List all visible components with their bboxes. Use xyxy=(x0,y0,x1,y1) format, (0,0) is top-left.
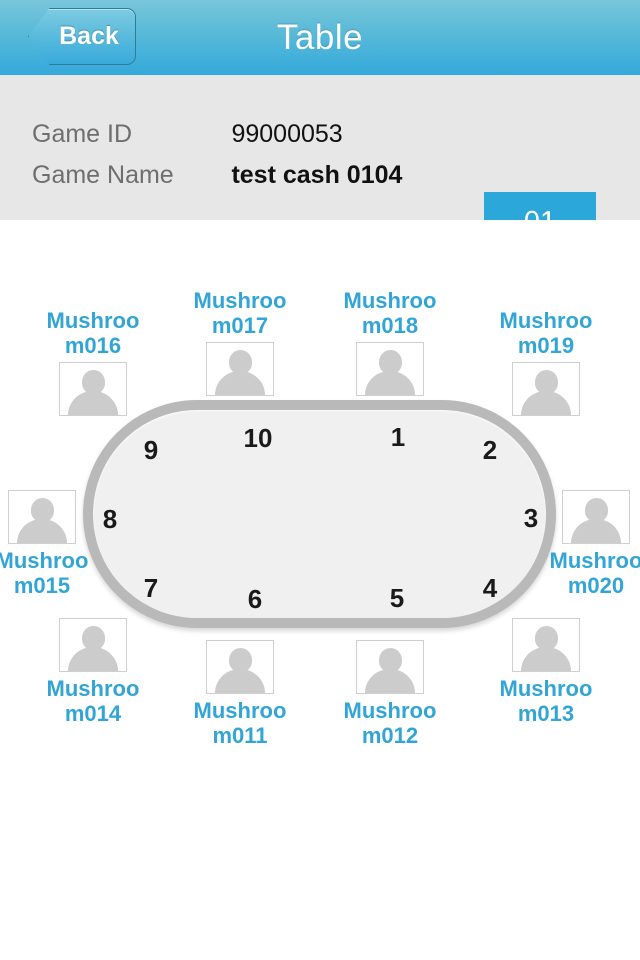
avatar-placeholder-icon xyxy=(206,640,274,694)
avatar-placeholder-icon xyxy=(59,362,127,416)
table-stage: 1 2 3 4 5 6 7 8 9 10 Mushroom016 Mushroo… xyxy=(0,220,640,960)
seat-number-9: 9 xyxy=(143,435,159,465)
seat-3-player[interactable]: Mushroom020 xyxy=(544,490,640,598)
seat-7-player-name: Mushroom014 xyxy=(46,676,140,726)
avatar-placeholder-icon xyxy=(8,490,76,544)
seat-1-player[interactable]: Mushroom018 xyxy=(338,288,442,396)
avatar-placeholder-icon xyxy=(562,490,630,544)
avatar-body-shape xyxy=(365,669,415,693)
avatar-body-shape xyxy=(521,391,571,415)
seat-5-player[interactable]: Mushroom012 xyxy=(338,640,442,748)
seat-6-player[interactable]: Mushroom011 xyxy=(188,640,292,748)
seat-4-player-name: Mushroom013 xyxy=(499,676,593,726)
seat-9-player-name: Mushroom016 xyxy=(46,308,140,358)
seat-10-player-name: Mushroom017 xyxy=(193,288,287,338)
game-id-row: Game ID 99000053 xyxy=(32,117,343,151)
seat-1-player-name: Mushroom018 xyxy=(343,288,437,338)
seat-3-player-name: Mushroom020 xyxy=(549,548,640,598)
avatar-placeholder-icon xyxy=(356,640,424,694)
back-button-label: Back xyxy=(59,22,119,50)
seat-number-4: 4 xyxy=(482,573,498,603)
seat-10-player[interactable]: Mushroom017 xyxy=(188,288,292,396)
seat-8-player-name: Mushroom015 xyxy=(0,548,89,598)
table-screen: Table Back Game ID 99000053 Game Name te… xyxy=(0,0,640,960)
avatar-placeholder-icon xyxy=(512,362,580,416)
seat-8-player[interactable]: Mushroom015 xyxy=(0,490,94,598)
avatar-placeholder-icon xyxy=(512,618,580,672)
seat-2-player[interactable]: Mushroom019 xyxy=(494,308,598,416)
app-header: Table Back xyxy=(0,0,640,75)
seat-number-10: 10 xyxy=(243,423,273,453)
avatar-body-shape xyxy=(68,647,118,671)
avatar-body-shape xyxy=(17,519,67,543)
seat-number-2: 2 xyxy=(482,435,498,465)
seat-number-7: 7 xyxy=(143,573,159,603)
seat-6-player-name: Mushroom011 xyxy=(193,698,287,748)
game-info-panel: Game ID 99000053 Game Name test cash 010… xyxy=(0,75,640,252)
avatar-placeholder-icon xyxy=(356,342,424,396)
avatar-body-shape xyxy=(365,371,415,395)
seat-number-5: 5 xyxy=(389,583,405,613)
seat-number-6: 6 xyxy=(247,584,263,614)
avatar-body-shape xyxy=(571,519,621,543)
avatar-body-shape xyxy=(215,669,265,693)
game-id-label: Game ID xyxy=(32,120,133,148)
game-id-value: 99000053 xyxy=(231,120,343,148)
seat-2-player-name: Mushroom019 xyxy=(499,308,593,358)
seat-5-player-name: Mushroom012 xyxy=(343,698,437,748)
avatar-body-shape xyxy=(215,371,265,395)
avatar-body-shape xyxy=(521,647,571,671)
game-name-value: test cash 0104 xyxy=(231,161,403,189)
avatar-body-shape xyxy=(68,391,118,415)
seat-4-player[interactable]: Mushroom013 xyxy=(494,618,598,726)
seat-number-8: 8 xyxy=(102,504,118,534)
game-name-label: Game Name xyxy=(32,161,174,189)
seat-number-1: 1 xyxy=(390,422,406,452)
avatar-placeholder-icon xyxy=(59,618,127,672)
seat-7-player[interactable]: Mushroom014 xyxy=(41,618,145,726)
avatar-placeholder-icon xyxy=(206,342,274,396)
back-button[interactable]: Back xyxy=(28,8,136,65)
seat-9-player[interactable]: Mushroom016 xyxy=(41,308,145,416)
game-name-row: Game Name test cash 0104 xyxy=(32,158,402,192)
